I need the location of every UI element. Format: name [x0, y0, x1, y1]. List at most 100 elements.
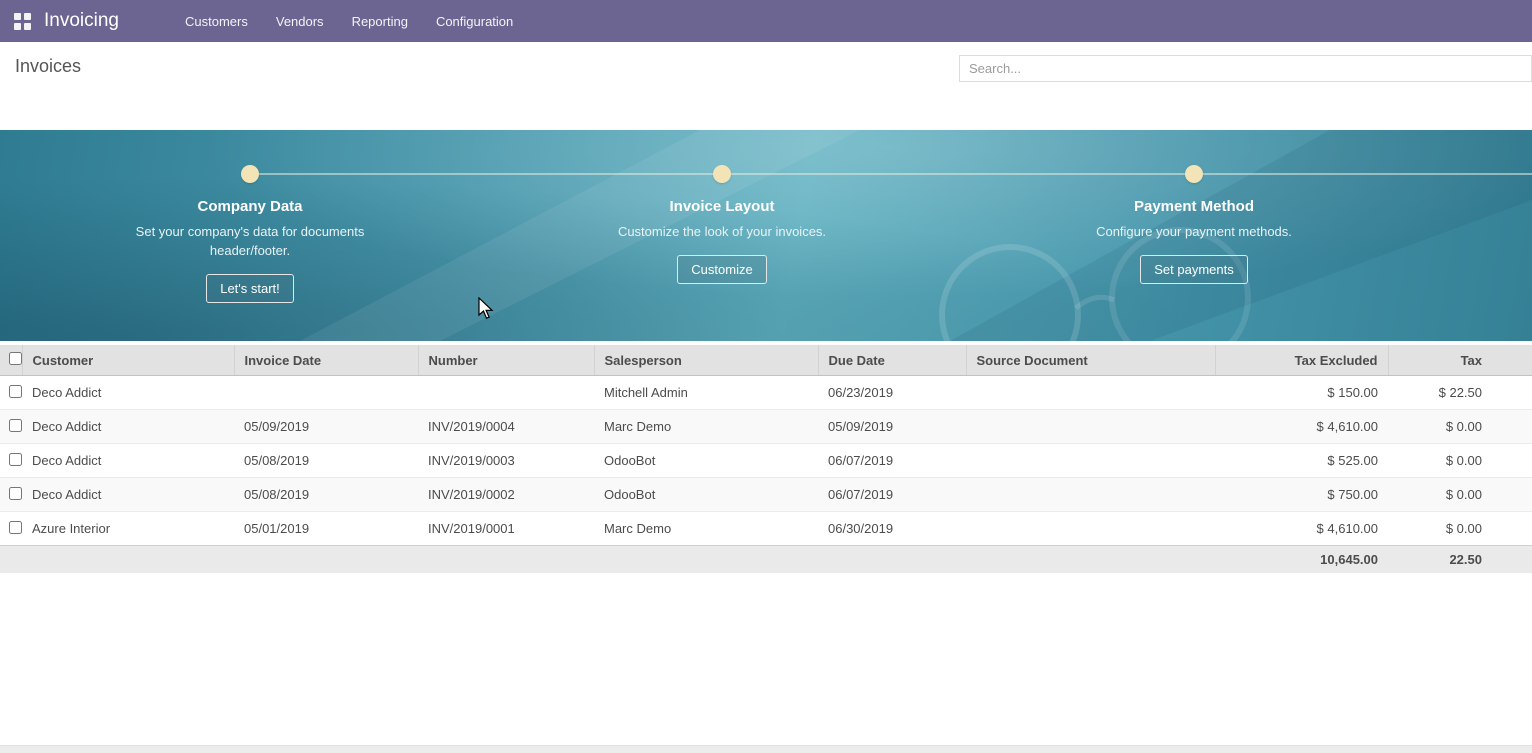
cell-number: INV/2019/0004 [418, 410, 594, 444]
nav-customers[interactable]: Customers [175, 8, 258, 35]
cell-tax-excluded: $ 150.00 [1215, 376, 1388, 410]
column-customer[interactable]: Customer [22, 345, 234, 376]
page-title: Invoices [15, 56, 81, 77]
cell-source-document [966, 376, 1215, 410]
cell-salesperson: Marc Demo [594, 512, 818, 546]
cell-due-date: 06/30/2019 [818, 512, 966, 546]
app-title[interactable]: Invoicing [44, 10, 119, 32]
table-row[interactable]: Deco Addict 05/09/2019 INV/2019/0004 Mar… [0, 410, 1532, 444]
cell-customer: Deco Addict [22, 376, 234, 410]
cell-source-document [966, 478, 1215, 512]
total-tax: 22.50 [1388, 546, 1532, 574]
cell-source-document [966, 444, 1215, 478]
row-select-cell [0, 410, 22, 444]
nav-vendors[interactable]: Vendors [266, 8, 334, 35]
nav-reporting[interactable]: Reporting [342, 8, 418, 35]
control-panel: Invoices +Create Import Filters ▾ ≡ Grou… [0, 42, 1532, 130]
cell-invoice-date: 05/09/2019 [234, 410, 418, 444]
cell-tax-excluded: $ 4,610.00 [1215, 512, 1388, 546]
select-all-cell [0, 345, 22, 376]
row-checkbox[interactable] [9, 385, 22, 398]
column-tax[interactable]: Tax [1388, 345, 1532, 376]
apps-menu-icon[interactable] [14, 13, 31, 30]
table-header-row: Customer Invoice Date Number Salesperson… [0, 345, 1532, 376]
step-title: Payment Method [1134, 198, 1254, 215]
cell-tax-excluded: $ 750.00 [1215, 478, 1388, 512]
table-row[interactable]: Azure Interior 05/01/2019 INV/2019/0001 … [0, 512, 1532, 546]
column-source-document[interactable]: Source Document [966, 345, 1215, 376]
cell-tax: $ 0.00 [1388, 478, 1532, 512]
cell-number: INV/2019/0001 [418, 512, 594, 546]
cell-salesperson: Marc Demo [594, 410, 818, 444]
cell-number [418, 376, 594, 410]
cell-customer: Azure Interior [22, 512, 234, 546]
row-checkbox[interactable] [9, 521, 22, 534]
cell-due-date: 06/07/2019 [818, 478, 966, 512]
cell-salesperson: OdooBot [594, 444, 818, 478]
cell-customer: Deco Addict [22, 410, 234, 444]
onboarding-step-invoice-layout: Invoice Layout Customize the look of you… [486, 165, 958, 303]
row-checkbox[interactable] [9, 453, 22, 466]
search-input[interactable] [959, 55, 1532, 82]
cell-tax-excluded: $ 4,610.00 [1215, 410, 1388, 444]
apps-square [24, 13, 31, 20]
table-row[interactable]: Deco Addict Mitchell Admin 06/23/2019 $ … [0, 376, 1532, 410]
nav-menu: Customers Vendors Reporting Configuratio… [175, 8, 523, 35]
cell-number: INV/2019/0003 [418, 444, 594, 478]
select-all-checkbox[interactable] [9, 352, 22, 365]
cell-source-document [966, 410, 1215, 444]
total-tax-excluded: 10,645.00 [1215, 546, 1388, 574]
totals-row: 10,645.00 22.50 [0, 546, 1532, 574]
customize-button[interactable]: Customize [677, 255, 766, 284]
cell-customer: Deco Addict [22, 444, 234, 478]
cell-number: INV/2019/0002 [418, 478, 594, 512]
column-salesperson[interactable]: Salesperson [594, 345, 818, 376]
horizontal-scrollbar[interactable] [0, 745, 1532, 753]
row-select-cell [0, 444, 22, 478]
top-navbar: Invoicing Customers Vendors Reporting Co… [0, 0, 1532, 42]
table-row[interactable]: Deco Addict 05/08/2019 INV/2019/0002 Odo… [0, 478, 1532, 512]
step-description: Configure your payment methods. [1073, 222, 1315, 241]
cell-customer: Deco Addict [22, 478, 234, 512]
step-description: Customize the look of your invoices. [601, 222, 843, 241]
apps-square [14, 23, 21, 30]
cell-due-date: 05/09/2019 [818, 410, 966, 444]
cell-source-document [966, 512, 1215, 546]
step-dot [713, 165, 731, 183]
row-checkbox[interactable] [9, 419, 22, 432]
column-tax-excluded[interactable]: Tax Excluded [1215, 345, 1388, 376]
nav-configuration[interactable]: Configuration [426, 8, 523, 35]
cell-salesperson: OdooBot [594, 478, 818, 512]
step-description: Set your company's data for documents he… [129, 222, 371, 260]
apps-square [14, 13, 21, 20]
cell-tax: $ 0.00 [1388, 410, 1532, 444]
onboarding-step-company-data: Company Data Set your company's data for… [14, 165, 486, 303]
cell-invoice-date [234, 376, 418, 410]
column-invoice-date[interactable]: Invoice Date [234, 345, 418, 376]
table-row[interactable]: Deco Addict 05/08/2019 INV/2019/0003 Odo… [0, 444, 1532, 478]
cell-invoice-date: 05/08/2019 [234, 444, 418, 478]
column-number[interactable]: Number [418, 345, 594, 376]
onboarding-step-payment-method: Payment Method Configure your payment me… [958, 165, 1430, 303]
step-title: Invoice Layout [669, 198, 774, 215]
cell-due-date: 06/23/2019 [818, 376, 966, 410]
cell-tax: $ 0.00 [1388, 444, 1532, 478]
row-checkbox[interactable] [9, 487, 22, 500]
apps-square [24, 23, 31, 30]
step-dot [1185, 165, 1203, 183]
invoice-list: Customer Invoice Date Number Salesperson… [0, 345, 1532, 573]
cell-due-date: 06/07/2019 [818, 444, 966, 478]
cell-tax: $ 22.50 [1388, 376, 1532, 410]
onboarding-banner: Company Data Set your company's data for… [0, 130, 1532, 341]
row-select-cell [0, 478, 22, 512]
cell-tax: $ 0.00 [1388, 512, 1532, 546]
cell-tax-excluded: $ 525.00 [1215, 444, 1388, 478]
row-select-cell [0, 376, 22, 410]
lets-start-button[interactable]: Let's start! [206, 274, 294, 303]
column-due-date[interactable]: Due Date [818, 345, 966, 376]
step-dot [241, 165, 259, 183]
cell-invoice-date: 05/08/2019 [234, 478, 418, 512]
onboarding-steps: Company Data Set your company's data for… [14, 165, 1430, 303]
row-select-cell [0, 512, 22, 546]
set-payments-button[interactable]: Set payments [1140, 255, 1248, 284]
